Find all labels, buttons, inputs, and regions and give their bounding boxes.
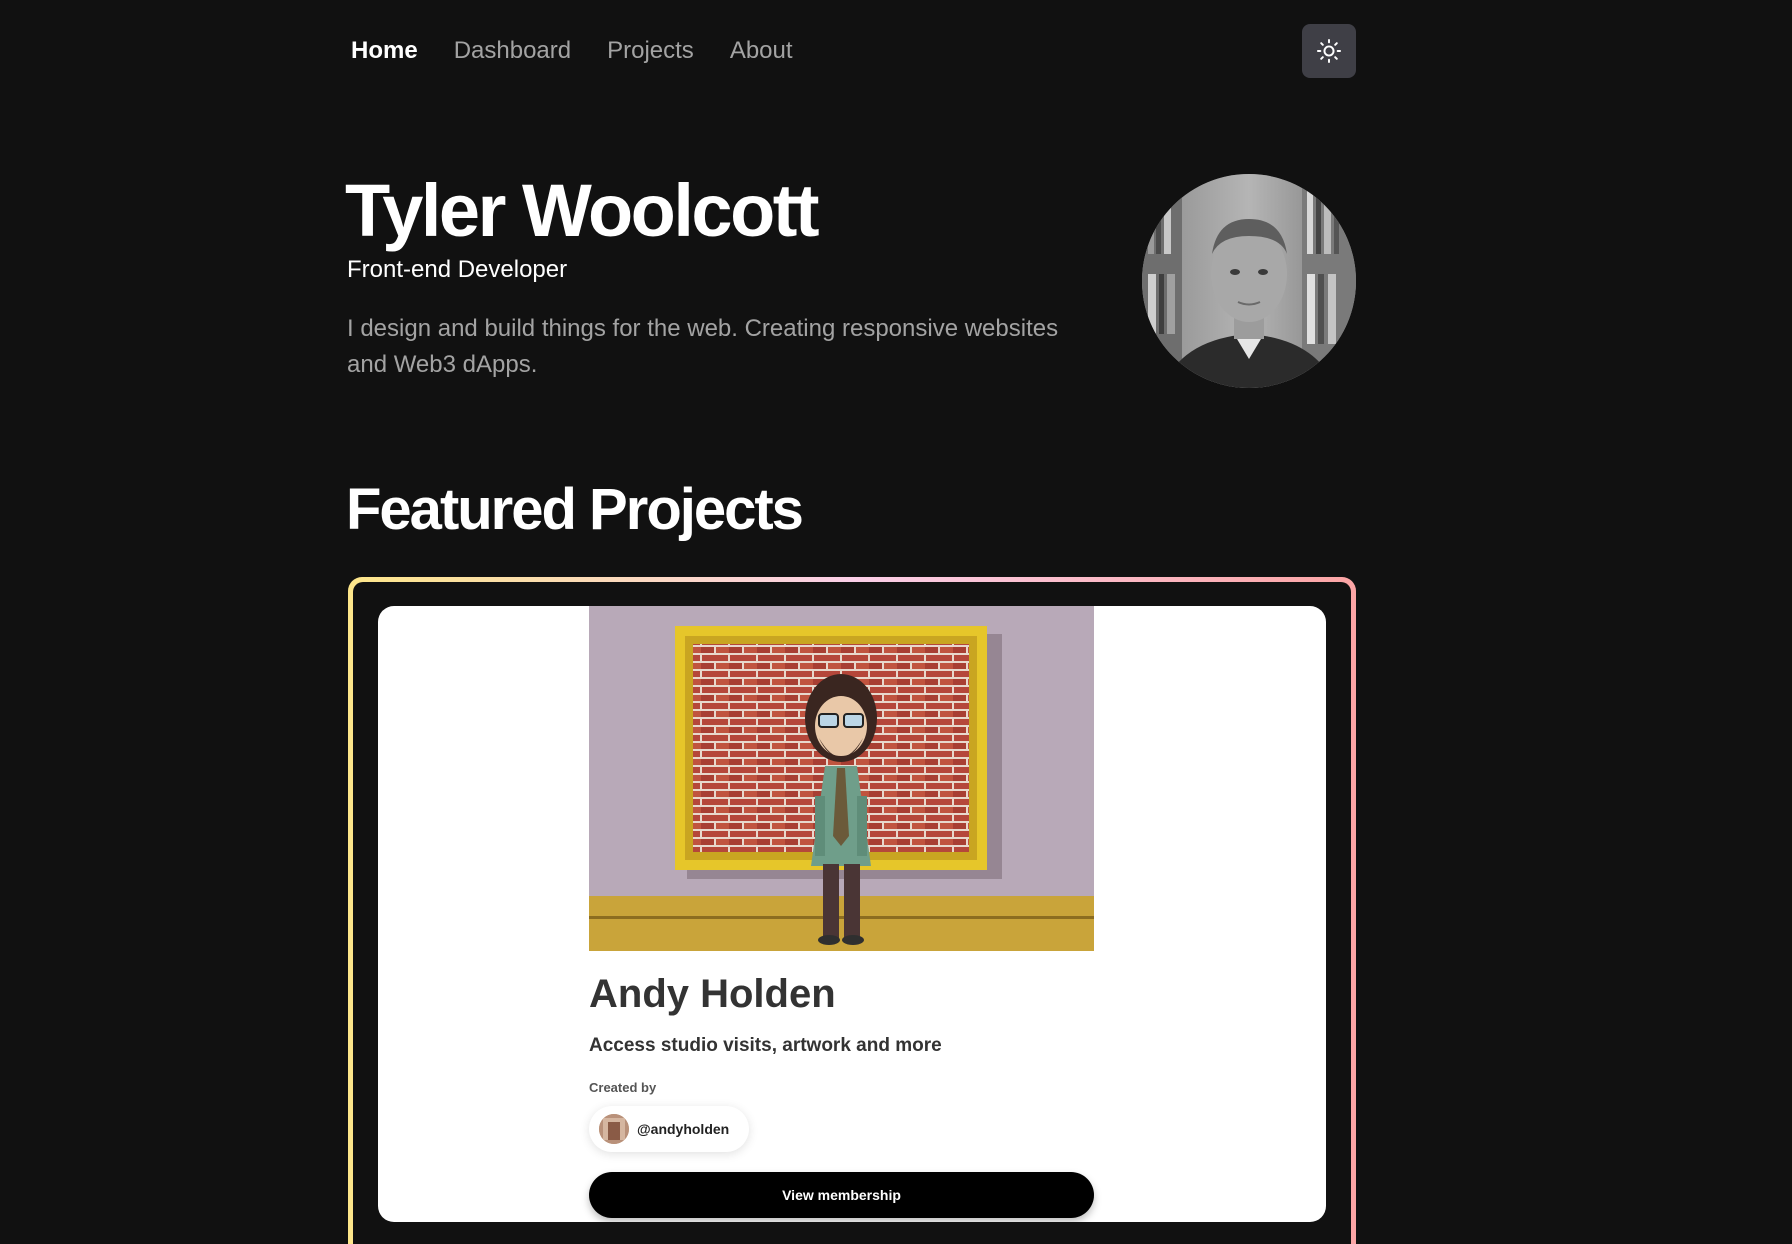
project-subtitle: Access studio visits, artwork and more — [589, 1035, 942, 1056]
hero-role: Front-end Developer — [347, 256, 568, 283]
creator-chip[interactable]: @andyholden — [589, 1106, 750, 1152]
main-nav: Home Dashboard Projects About — [351, 30, 793, 72]
nav-home[interactable]: Home — [351, 30, 418, 72]
project-artwork — [589, 606, 1094, 951]
creator-avatar — [599, 1114, 629, 1144]
project-card-inner: Andy Holden Access studio visits, artwor… — [353, 582, 1351, 1244]
hero-bio: I design and build things for the web. C… — [347, 315, 1059, 378]
sun-icon — [1316, 38, 1342, 64]
hero-name: Tyler Woolcott — [345, 169, 820, 252]
nav-about[interactable]: About — [730, 30, 793, 72]
view-membership-button[interactable]: View membership — [589, 1172, 1094, 1218]
project-title: Andy Holden — [589, 972, 836, 1016]
featured-project-card[interactable]: Andy Holden Access studio visits, artwor… — [348, 577, 1356, 1244]
profile-avatar — [1142, 174, 1356, 388]
creator-handle: @andyholden — [637, 1121, 730, 1137]
theme-toggle-button[interactable] — [1302, 24, 1356, 78]
featured-projects-heading: Featured Projects — [346, 477, 804, 542]
nav-projects[interactable]: Projects — [607, 30, 694, 72]
created-by-label: Created by — [589, 1080, 657, 1095]
project-preview: Andy Holden Access studio visits, artwor… — [378, 606, 1326, 1222]
page: Home Dashboard Projects About Tyler Wool… — [0, 0, 1792, 1244]
nav-dashboard[interactable]: Dashboard — [454, 30, 571, 72]
